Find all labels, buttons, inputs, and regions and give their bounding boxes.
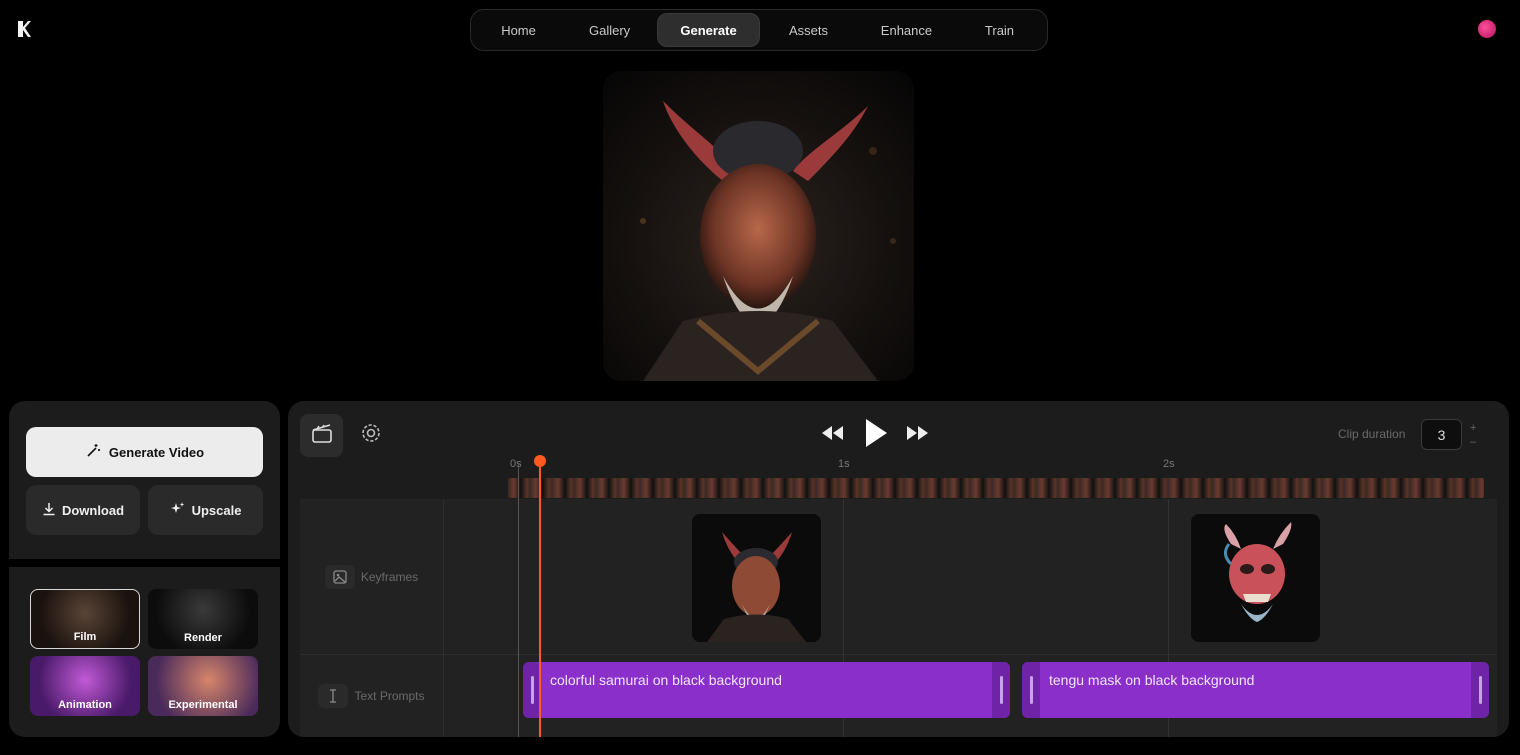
user-avatar[interactable] bbox=[1478, 20, 1496, 38]
gear-icon bbox=[360, 422, 382, 449]
settings-button[interactable] bbox=[349, 414, 392, 457]
keyframe-samurai[interactable] bbox=[692, 514, 821, 642]
timeline-panel: Clip duration 3 + – 0s 1s 2s Keyframes T… bbox=[288, 401, 1509, 737]
upscale-button[interactable]: Upscale bbox=[148, 485, 263, 535]
text-prompts-label: Text Prompts bbox=[354, 689, 425, 703]
track-separator bbox=[300, 654, 1497, 655]
rewind-button[interactable] bbox=[818, 419, 846, 451]
clip-duration-label: Clip duration bbox=[1338, 427, 1406, 441]
style-tile-film[interactable]: Film bbox=[30, 589, 140, 649]
style-label-film: Film bbox=[73, 631, 97, 643]
prompt-clip-2[interactable]: tengu mask on black background bbox=[1022, 662, 1489, 718]
generate-video-label: Generate Video bbox=[108, 444, 205, 460]
prompt-clip-1-end-handle[interactable] bbox=[992, 662, 1010, 718]
play-button[interactable] bbox=[862, 418, 890, 453]
nav-assets[interactable]: Assets bbox=[760, 13, 857, 47]
style-label-render: Render bbox=[184, 632, 222, 644]
text-cursor-icon bbox=[318, 684, 349, 708]
nav-enhance[interactable]: Enhance bbox=[857, 13, 956, 47]
panel-divider bbox=[9, 559, 280, 567]
style-label-experimental: Experimental bbox=[168, 699, 238, 711]
keyframes-label: Keyframes bbox=[360, 569, 419, 584]
nav-home[interactable]: Home bbox=[475, 13, 562, 47]
track-head-keyframes: Keyframes bbox=[300, 499, 444, 654]
timeline-zero-marker bbox=[518, 464, 519, 737]
keyframe-tengu-mask[interactable] bbox=[1191, 514, 1320, 642]
style-tile-experimental[interactable]: Experimental bbox=[148, 656, 258, 716]
style-tile-animation[interactable]: Animation bbox=[30, 656, 140, 716]
track-area: Keyframes Text Prompts colorful samurai … bbox=[300, 499, 1497, 737]
style-label-animation: Animation bbox=[58, 699, 112, 711]
frame-filmstrip[interactable] bbox=[508, 478, 1484, 498]
nav-gallery[interactable]: Gallery bbox=[562, 13, 657, 47]
fast-forward-button[interactable] bbox=[904, 419, 932, 451]
generation-panel: Generate Video Download Upscale Film Ren… bbox=[9, 401, 280, 737]
generate-video-button[interactable]: Generate Video bbox=[26, 427, 263, 477]
clapperboard-button[interactable] bbox=[300, 414, 343, 457]
magic-wand-icon bbox=[85, 443, 101, 462]
download-icon bbox=[42, 502, 56, 519]
ruler-label-1s: 1s bbox=[838, 458, 850, 470]
rewind-icon bbox=[820, 425, 844, 446]
ruler-label-0s: 0s bbox=[510, 458, 522, 470]
ruler-label-2s: 2s bbox=[1163, 458, 1175, 470]
download-label: Download bbox=[61, 502, 125, 518]
clapperboard-icon bbox=[311, 423, 333, 448]
clip-duration-increment[interactable]: + bbox=[1470, 423, 1476, 434]
playhead-handle[interactable] bbox=[534, 455, 546, 467]
prompt-clip-2-text: tengu mask on black background bbox=[1049, 672, 1255, 688]
prompt-clip-1[interactable]: colorful samurai on black background bbox=[523, 662, 1010, 718]
clip-duration-decrement[interactable]: – bbox=[1470, 437, 1476, 448]
main-nav: Home Gallery Generate Assets Enhance Tra… bbox=[470, 9, 1048, 51]
generated-preview-image bbox=[603, 71, 914, 381]
nav-train[interactable]: Train bbox=[956, 13, 1043, 47]
play-icon bbox=[864, 418, 888, 453]
sparkle-icon bbox=[170, 501, 186, 520]
download-button[interactable]: Download bbox=[26, 485, 140, 535]
image-icon bbox=[324, 564, 355, 589]
clip-duration-input[interactable]: 3 bbox=[1421, 419, 1462, 450]
nav-generate[interactable]: Generate bbox=[657, 13, 761, 47]
style-tile-render[interactable]: Render bbox=[148, 589, 258, 649]
app-logo-icon[interactable] bbox=[16, 19, 32, 39]
prompt-clip-2-end-handle[interactable] bbox=[1471, 662, 1489, 718]
upscale-label: Upscale bbox=[191, 502, 242, 518]
prompt-clip-2-start-handle[interactable] bbox=[1022, 662, 1040, 718]
playhead-line[interactable] bbox=[539, 464, 541, 737]
track-head-text-prompts: Text Prompts bbox=[300, 655, 444, 737]
fast-forward-icon bbox=[906, 425, 930, 446]
prompt-clip-1-text: colorful samurai on black background bbox=[550, 672, 782, 688]
